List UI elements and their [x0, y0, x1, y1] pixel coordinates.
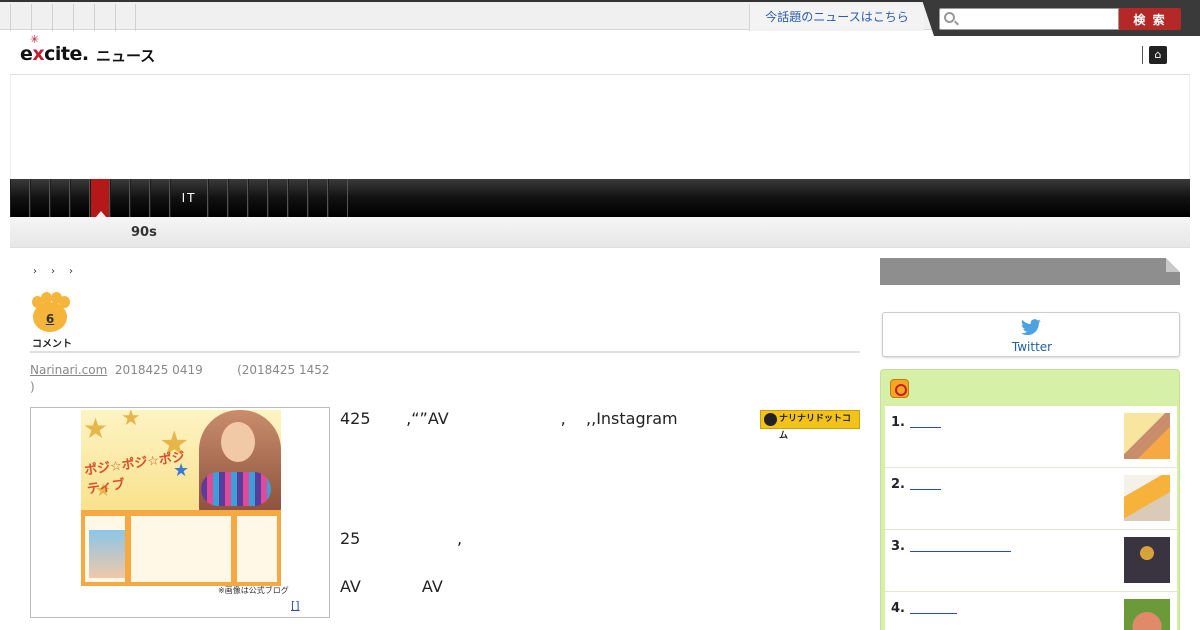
sidebar-ad-banner[interactable] [880, 258, 1180, 285]
photo-link[interactable]: [] [291, 599, 300, 612]
rank-link[interactable] [910, 538, 1011, 552]
divider [30, 351, 860, 353]
comment-label[interactable]: コメント [32, 335, 72, 350]
updated-date: (2018425 1452 [237, 363, 330, 377]
category-tab[interactable] [268, 179, 288, 217]
top-tab[interactable] [73, 4, 94, 31]
sub-nav: 90s [10, 217, 1190, 248]
twitter-follow-button[interactable]: Twitter [882, 312, 1180, 357]
site-header: ✳ excite. ニュース ⌂ [10, 30, 1190, 75]
paw-comment-icon[interactable]: 6 [30, 292, 70, 332]
narinari-badge[interactable]: ナリナリドットコム [760, 410, 860, 441]
ranking-item[interactable]: 3. [885, 530, 1177, 592]
rank-thumbnail[interactable] [1124, 599, 1170, 630]
category-tab[interactable] [30, 179, 50, 217]
ranking-title[interactable] [918, 381, 929, 395]
comment-count[interactable]: 6 [30, 312, 70, 326]
logo-news-label[interactable]: ニュース [96, 45, 155, 66]
rank-thumbnail[interactable] [1124, 475, 1170, 521]
article-body-line: 425 ,“”AV , ,,Instagram [340, 409, 678, 428]
rank-link[interactable] [910, 414, 941, 428]
article-meta: Narinari.com 2018425 0419 (2018425 1452 … [30, 362, 350, 396]
category-tab[interactable] [288, 179, 308, 217]
rank-link[interactable] [910, 600, 957, 614]
search-input[interactable] [939, 8, 1119, 30]
home-icon[interactable]: ⌂ [1149, 46, 1167, 64]
ranking-item[interactable]: 1. [885, 406, 1177, 468]
category-tab[interactable] [308, 179, 328, 217]
search-button[interactable]: 検 索 [1119, 8, 1181, 30]
ranking-panel: 1. 2. 3. 4. [880, 369, 1180, 630]
top-tab[interactable] [52, 4, 73, 31]
top-tab[interactable] [94, 4, 115, 31]
category-tab[interactable] [110, 179, 130, 217]
article-photo[interactable]: ★ ★ ★ ★ ★ ポジ☆ポジ☆ポジティブ ※画像は公式ブログ [] [30, 407, 330, 618]
source-link[interactable]: Narinari.com [30, 363, 107, 377]
hot-news-link[interactable]: 今話題のニュースはこちら [749, 4, 924, 31]
trending-tag[interactable]: 90s [131, 225, 157, 240]
ranking-item[interactable]: 2. [885, 468, 1177, 530]
top-tabs [10, 4, 136, 31]
divider [1142, 46, 1143, 64]
rank-link[interactable] [910, 476, 941, 490]
category-tab[interactable] [130, 179, 150, 217]
breadcrumb: › › › [33, 266, 73, 277]
ranking-icon [890, 379, 909, 398]
article-body-line: AV AV [340, 577, 443, 596]
rank-number: 1. [891, 415, 905, 430]
category-tab[interactable] [10, 179, 30, 217]
category-tab[interactable] [248, 179, 268, 217]
rank-number: 2. [891, 477, 905, 492]
rank-number: 4. [891, 601, 905, 616]
category-tab-active[interactable] [90, 179, 110, 217]
rank-number: 3. [891, 539, 905, 554]
twitter-bird-icon [1021, 319, 1041, 336]
category-tab[interactable] [328, 179, 348, 217]
category-tab[interactable] [50, 179, 70, 217]
top-utility-bar: 今話題のニュースはこちら 検 索 [0, 0, 1200, 36]
top-tab[interactable] [10, 4, 31, 31]
excite-logo[interactable]: ✳ excite. [20, 33, 89, 65]
blog-screenshot-image: ★ ★ ★ ★ ★ ポジ☆ポジ☆ポジティブ [81, 410, 281, 586]
category-tab[interactable] [228, 179, 248, 217]
top-tab[interactable] [31, 4, 52, 31]
rank-thumbnail[interactable] [1124, 413, 1170, 459]
category-tab[interactable] [70, 179, 90, 217]
category-tab[interactable] [208, 179, 228, 217]
category-tab[interactable] [150, 179, 170, 217]
rank-thumbnail[interactable] [1124, 537, 1170, 583]
breadcrumb-separator[interactable]: › [69, 266, 73, 277]
category-nav: IT [10, 179, 1190, 217]
updated-date-close: ) [30, 380, 35, 394]
blog-title-art: ポジ☆ポジ☆ポジティブ [83, 449, 186, 498]
published-date: 2018425 0419 [114, 363, 203, 377]
logo-spark-icon: ✳ [30, 33, 39, 46]
twitter-label[interactable]: Twitter [883, 340, 1181, 354]
breadcrumb-separator[interactable]: › [33, 266, 37, 277]
top-tab[interactable] [115, 4, 136, 31]
category-tab-it[interactable]: IT [170, 179, 208, 217]
search-icon [944, 12, 955, 23]
breadcrumb-separator[interactable]: › [51, 266, 55, 277]
ranking-item[interactable]: 4. [885, 592, 1177, 630]
article-body-line: 25 , [340, 529, 463, 548]
ad-banner-space [10, 75, 1190, 179]
photo-caption: ※画像は公式ブログ [218, 586, 289, 595]
